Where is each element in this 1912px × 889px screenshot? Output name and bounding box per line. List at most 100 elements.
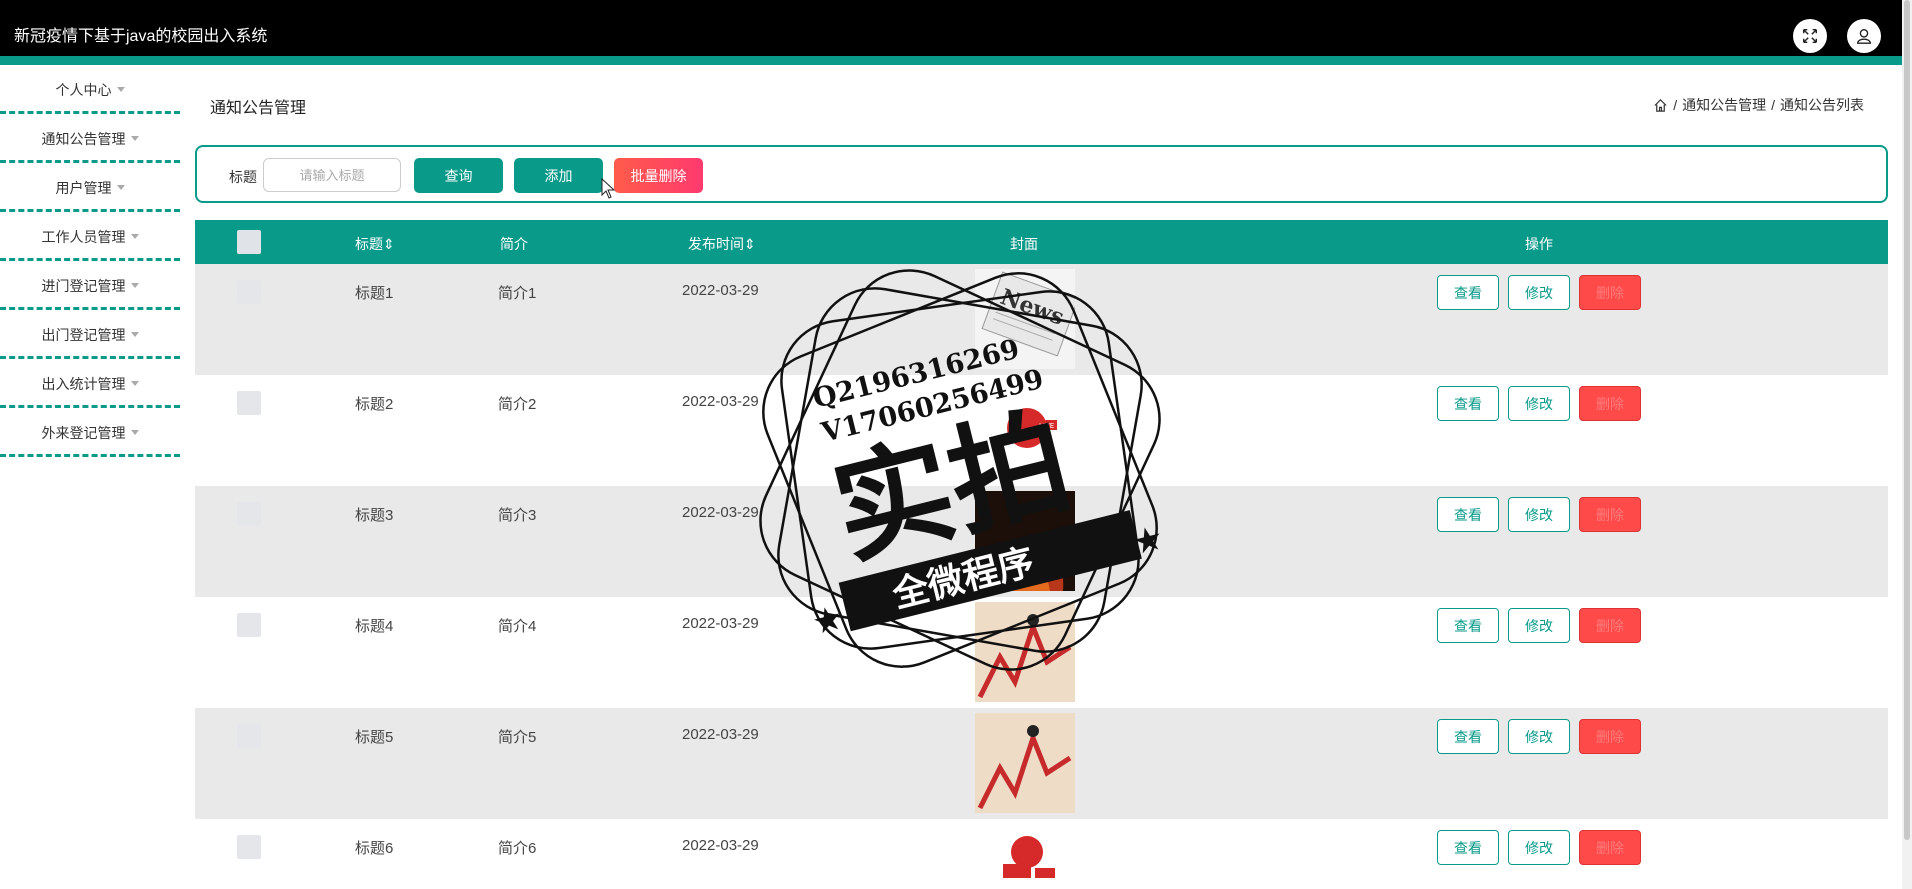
edit-button[interactable]: 修改 (1508, 719, 1570, 754)
caret-down-icon (130, 136, 139, 141)
row-summary: 简介5 (498, 729, 537, 746)
caret-down-icon (130, 430, 139, 435)
sidebar-item-notice-management[interactable]: 通知公告管理 (0, 114, 180, 163)
title-filter-label: 标题 (229, 169, 257, 185)
edit-button[interactable]: 修改 (1508, 275, 1570, 310)
sidebar-item-entry-registration[interactable]: 进门登记管理 (0, 261, 180, 310)
add-button[interactable]: 添加 (514, 158, 603, 193)
sidebar-item-label: 用户管理 (55, 179, 112, 196)
column-actions-header: 操作 (1525, 236, 1553, 252)
notice-table: 标题⇕ 简介 发布时间⇕ 封面 操作 标题1 简介1 2022-03-29 Ne… (195, 220, 1888, 879)
row-checkbox[interactable] (237, 613, 261, 637)
caret-down-icon (130, 234, 139, 239)
breadcrumb-separator: / (1771, 97, 1775, 113)
sidebar-item-staff-management[interactable]: 工作人员管理 (0, 212, 180, 261)
view-button[interactable]: 查看 (1437, 719, 1499, 754)
row-summary: 简介4 (498, 618, 537, 635)
sidebar-item-exit-registration[interactable]: 出门登记管理 (0, 310, 180, 359)
delete-button[interactable]: 删除 (1579, 830, 1641, 865)
delete-button[interactable]: 删除 (1579, 608, 1641, 643)
batch-delete-button[interactable]: 批量删除 (614, 158, 703, 193)
sidebar-item-label: 通知公告管理 (41, 130, 126, 147)
view-button[interactable]: 查看 (1437, 830, 1499, 865)
column-publish-time-header[interactable]: 发布时间⇕ (688, 234, 756, 254)
table-row: 标题1 简介1 2022-03-29 News 查看 修改 删除 (195, 264, 1888, 375)
fullscreen-icon (1802, 28, 1818, 44)
table-header: 标题⇕ 简介 发布时间⇕ 封面 操作 (195, 220, 1888, 264)
title-search-input[interactable] (263, 158, 401, 192)
sidebar-item-access-statistics[interactable]: 出入统计管理 (0, 359, 180, 408)
svg-text:LIVE: LIVE (1039, 422, 1054, 430)
search-panel: 标题 查询 添加 批量删除 (195, 145, 1888, 203)
news-newspaper-cover-image: News (975, 269, 1075, 369)
scrollbar-thumb[interactable] (1904, 0, 1910, 840)
falling-chart-cover-image (975, 713, 1075, 813)
vertical-scrollbar[interactable] (1902, 0, 1912, 889)
sidebar-item-label: 外来登记管理 (41, 424, 126, 441)
sidebar-item-label: 出门登记管理 (41, 326, 126, 343)
column-publish-time-label: 发布时间 (688, 236, 744, 252)
edit-button[interactable]: 修改 (1508, 497, 1570, 532)
sidebar-item-label: 工作人员管理 (41, 228, 126, 245)
view-button[interactable]: 查看 (1437, 608, 1499, 643)
select-all-checkbox[interactable] (237, 230, 261, 254)
breadcrumb-item-notice-management[interactable]: 通知公告管理 (1682, 95, 1766, 115)
falling-chart-cover-image (975, 602, 1075, 702)
mouse-cursor-icon (601, 178, 616, 199)
edit-button[interactable]: 修改 (1508, 830, 1570, 865)
breadcrumb-item-notice-list: 通知公告列表 (1780, 97, 1864, 113)
row-title: 标题2 (355, 396, 394, 413)
delete-button[interactable]: 删除 (1579, 719, 1641, 754)
sidebar-item-user-management[interactable]: 用户管理 (0, 163, 180, 212)
sidebar-item-label: 进门登记管理 (41, 277, 126, 294)
query-button[interactable]: 查询 (414, 158, 503, 193)
row-checkbox[interactable] (237, 391, 261, 415)
fire-cover-image (975, 491, 1075, 591)
row-title: 标题3 (355, 507, 394, 524)
view-button[interactable]: 查看 (1437, 497, 1499, 532)
row-date: 2022-03-29 (682, 504, 759, 521)
row-title: 标题6 (355, 840, 394, 857)
sidebar-item-label: 出入统计管理 (41, 375, 126, 392)
row-date: 2022-03-29 (682, 837, 759, 854)
caret-down-icon (116, 87, 125, 92)
edit-button[interactable]: 修改 (1508, 608, 1570, 643)
row-date: 2022-03-29 (682, 282, 759, 299)
breadcrumb: / 通知公告管理 / 通知公告列表 (1653, 95, 1864, 115)
delete-button[interactable]: 删除 (1579, 497, 1641, 532)
column-title-label: 标题 (355, 236, 383, 252)
sort-icon[interactable]: ⇕ (744, 236, 756, 252)
breadcrumb-separator: / (1673, 97, 1678, 113)
delete-button[interactable]: 删除 (1579, 275, 1641, 310)
view-button[interactable]: 查看 (1437, 275, 1499, 310)
fullscreen-button[interactable] (1793, 19, 1827, 53)
sidebar-item-visitor-registration[interactable]: 外来登记管理 (0, 408, 180, 457)
sidebar-item-personal-center[interactable]: 个人中心 (0, 65, 180, 114)
table-row: 标题6 简介6 2022-03-29 查看 修改 删除 (195, 819, 1888, 879)
user-button[interactable] (1847, 19, 1881, 53)
home-icon[interactable] (1653, 98, 1668, 113)
row-checkbox[interactable] (237, 835, 261, 859)
delete-button[interactable]: 删除 (1579, 386, 1641, 421)
row-summary: 简介1 (498, 285, 537, 302)
caret-down-icon (116, 185, 125, 190)
top-bar: 新冠疫情下基于java的校园出入系统 (0, 0, 1902, 58)
edit-button[interactable]: 修改 (1508, 386, 1570, 421)
row-checkbox[interactable] (237, 724, 261, 748)
caret-down-icon (130, 283, 139, 288)
table-row: 标题3 简介3 2022-03-29 查看 修改 删除 (195, 486, 1888, 597)
row-title: 标题1 (355, 285, 394, 302)
view-button[interactable]: 查看 (1437, 386, 1499, 421)
row-date: 2022-03-29 (682, 615, 759, 632)
table-row: 标题2 简介2 2022-03-29 LIVE 查看 修改 删除 (195, 375, 1888, 486)
row-summary: 简介2 (498, 396, 537, 413)
row-checkbox[interactable] (237, 280, 261, 304)
table-row: 标题5 简介5 2022-03-29 查看 修改 删除 (195, 708, 1888, 819)
table-row: 标题4 简介4 2022-03-29 查看 修改 删除 (195, 597, 1888, 708)
sort-icon[interactable]: ⇕ (383, 236, 395, 252)
row-checkbox[interactable] (237, 502, 261, 526)
sidebar-item-label: 个人中心 (55, 81, 112, 98)
live-microphone-cover-image (975, 824, 1075, 879)
app-title: 新冠疫情下基于java的校园出入系统 (14, 28, 268, 45)
column-title-header[interactable]: 标题⇕ (355, 234, 395, 254)
